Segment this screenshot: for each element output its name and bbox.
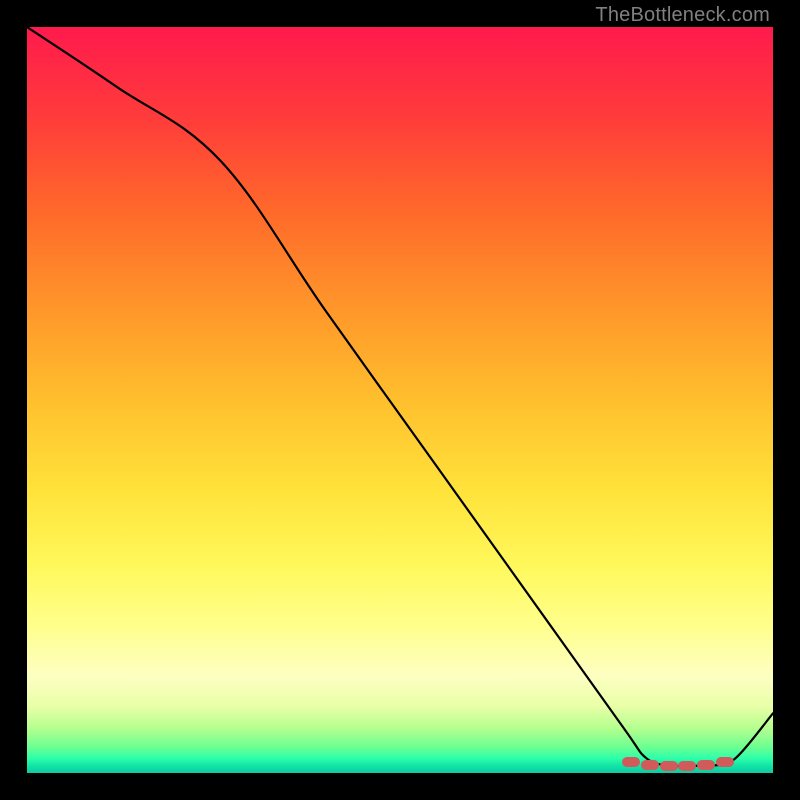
valley-marker	[622, 757, 640, 767]
attribution-label: TheBottleneck.com	[595, 4, 770, 27]
valley-marker	[678, 761, 696, 771]
valley-marker	[660, 761, 678, 771]
valley-marker	[697, 760, 715, 770]
valley-marker	[641, 760, 659, 770]
plot-area	[27, 27, 773, 773]
line-series	[27, 27, 773, 773]
valley-marker	[716, 757, 734, 767]
chart-frame: TheBottleneck.com	[0, 0, 800, 800]
